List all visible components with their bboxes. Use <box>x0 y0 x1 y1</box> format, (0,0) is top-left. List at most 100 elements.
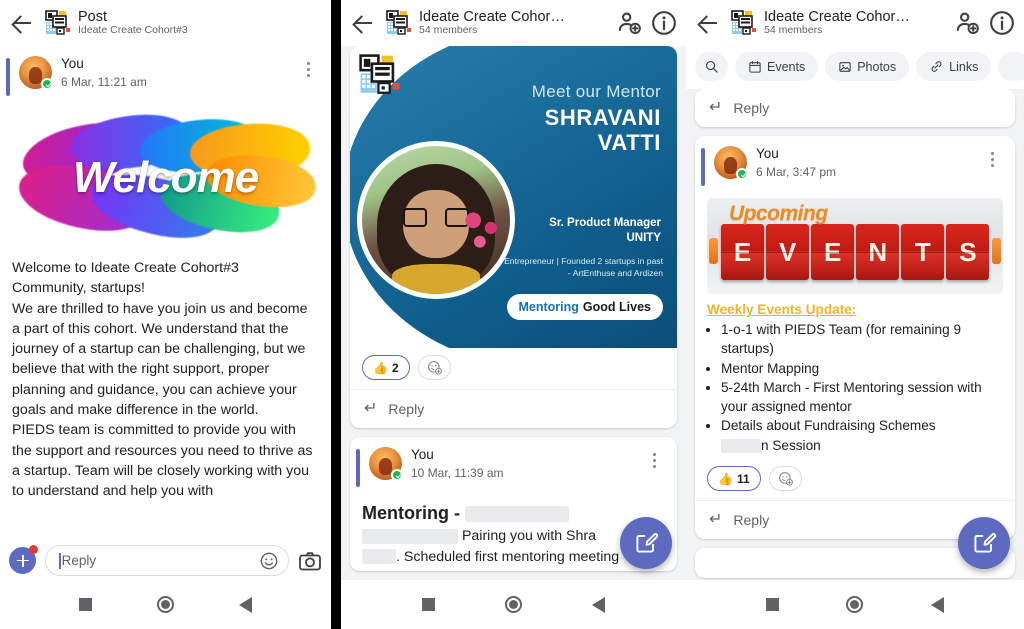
back-arrow-icon[interactable] <box>694 8 724 38</box>
compose-icon <box>636 533 658 553</box>
circle-home-icon[interactable] <box>156 596 174 613</box>
welcome-image[interactable]: Welcome <box>0 104 331 252</box>
page-subtitle: Ideate Create Cohort#3 <box>78 25 188 37</box>
reply-card-partial: ↵ Reply <box>695 89 1015 127</box>
mentor-poster-image[interactable]: Meet our Mentor SHRAVANI VATTI Sr. Produ… <box>350 46 677 348</box>
post-header: You 6 Mar, 11:21 am <box>0 46 331 104</box>
triangle-back-icon[interactable] <box>931 596 945 613</box>
app-bar: Post Ideate Create Cohort#3 <box>0 0 331 46</box>
post-header: You 6 Mar, 3:47 pm <box>695 136 1015 194</box>
online-badge <box>736 168 748 180</box>
circle-home-icon[interactable] <box>846 596 864 613</box>
reaction-thumbsup-chip[interactable]: 👍 11 <box>707 466 761 492</box>
banner-letter: E <box>721 224 764 280</box>
text-caret <box>59 552 61 569</box>
filter-chip-row[interactable]: Events Photos Links <box>686 46 1024 89</box>
app-bar: Ideate Create Cohor… 54 members <box>341 0 686 46</box>
compose-fab[interactable] <box>620 517 672 569</box>
kebab-menu-icon[interactable] <box>297 56 319 82</box>
post-body-line2: . Scheduled first mentoring meeting <box>396 548 620 565</box>
reaction-count: 11 <box>736 471 750 486</box>
events-list: 1-o-1 with PIEDS Team (for remaining 9 s… <box>695 320 1015 459</box>
reaction-thumbsup-chip[interactable]: 👍 2 <box>362 355 410 380</box>
add-attachment-icon[interactable] <box>9 545 38 574</box>
filter-chip-label: Photos <box>857 59 897 74</box>
reaction-row: 👍 11 <box>695 459 1015 500</box>
list-item-tail: n Session <box>761 437 821 453</box>
square-recents-icon[interactable] <box>765 598 779 611</box>
post-body: Welcome to Ideate Create Cohort#3 Commun… <box>12 260 313 500</box>
back-arrow-icon[interactable] <box>8 8 38 38</box>
compose-fab[interactable] <box>958 517 1010 569</box>
mentor-name: SHRAVANI VATTI <box>465 105 661 155</box>
kebab-menu-icon[interactable] <box>981 146 1003 172</box>
list-item: 5-24th March - First Mentoring session w… <box>721 378 1003 417</box>
panel-group-filtered: Ideate Create Cohor… 54 members Events P… <box>686 0 1024 629</box>
square-recents-icon[interactable] <box>78 598 92 611</box>
thread-accent-bar <box>701 148 705 186</box>
app-bar-title-block: Post Ideate Create Cohort#3 <box>78 9 323 37</box>
post-header: You 10 Mar, 11:39 am <box>350 437 677 495</box>
reply-arrow-icon: ↵ <box>709 99 723 116</box>
search-chip[interactable] <box>695 52 728 81</box>
mentor-role-line1: Sr. Product Manager <box>549 217 661 229</box>
reaction-emoji: 👍 <box>718 471 733 486</box>
info-icon[interactable] <box>650 9 678 37</box>
mentor-tagline-bold: Mentoring <box>518 300 579 314</box>
filter-chip-more[interactable] <box>998 52 1024 81</box>
reply-label: Reply <box>733 512 770 529</box>
triangle-back-icon[interactable] <box>239 596 253 613</box>
android-nav-bar <box>0 580 331 629</box>
redacted-text <box>465 506 569 523</box>
redacted-text <box>362 549 396 565</box>
mentor-eyebrow: Meet our Mentor <box>531 82 661 101</box>
banner-letter-tiles: E V E N T S <box>721 224 989 280</box>
post-author: You <box>61 56 84 71</box>
emoji-icon[interactable] <box>259 551 279 571</box>
add-member-icon[interactable] <box>615 9 643 37</box>
kebab-menu-icon[interactable] <box>643 447 665 473</box>
add-reaction-icon[interactable] <box>768 466 802 492</box>
reply-bar[interactable]: ↵ Reply <box>695 89 1015 127</box>
filter-chip-events[interactable]: Events <box>735 52 819 81</box>
back-arrow-icon[interactable] <box>349 8 379 38</box>
reply-composer: Reply <box>0 541 331 580</box>
filter-chip-photos[interactable]: Photos <box>825 52 910 81</box>
list-item: 1-o-1 with PIEDS Team (for remaining 9 s… <box>721 320 1003 359</box>
filter-chip-label: Links <box>949 59 979 74</box>
avatar[interactable] <box>369 447 403 481</box>
member-count: 54 members <box>419 25 478 37</box>
mentor-tagline: Mentoring Good Lives <box>506 294 663 320</box>
add-reaction-icon[interactable] <box>417 355 451 380</box>
post-feed[interactable]: ↵ Reply You 6 Mar, 3:47 pm Upcoming E V … <box>686 89 1024 580</box>
filter-chip-links[interactable]: Links <box>916 52 992 81</box>
avatar[interactable] <box>19 56 53 90</box>
reply-arrow-icon: ↵ <box>709 511 723 529</box>
add-member-icon[interactable] <box>953 9 981 37</box>
list-item-text: Details about Fundraising Schemes <box>721 418 936 434</box>
redacted-text <box>362 528 458 544</box>
avatar[interactable] <box>714 146 748 180</box>
post-card-events: You 6 Mar, 3:47 pm Upcoming E V E N T S … <box>695 136 1015 540</box>
pieds-logo-icon <box>45 10 71 36</box>
reaction-count: 2 <box>391 360 399 375</box>
info-icon[interactable] <box>988 9 1016 37</box>
reply-input[interactable]: Reply <box>45 545 289 576</box>
mentor-role-line2: UNITY <box>626 231 662 244</box>
square-recents-icon[interactable] <box>422 598 435 611</box>
list-item: Details about Fundraising Schemes n Sess… <box>721 416 1003 455</box>
upcoming-events-image[interactable]: Upcoming E V E N T S <box>707 198 1003 294</box>
panel-group-feed: Ideate Create Cohor… 54 members Meet our… <box>341 0 686 629</box>
camera-icon[interactable] <box>298 549 322 573</box>
post-feed[interactable]: Meet our Mentor SHRAVANI VATTI Sr. Produ… <box>341 46 686 580</box>
thread-accent-bar <box>356 449 360 487</box>
page-title: Ideate Create Cohor… <box>419 9 565 25</box>
pieds-logo-icon <box>731 10 757 36</box>
mentor-name-line2: VATTI <box>597 129 661 155</box>
link-icon <box>931 61 942 72</box>
mentor-name-line1: SHRAVANI <box>544 105 661 130</box>
reply-bar[interactable]: ↵ Reply <box>350 389 677 428</box>
post-feed[interactable]: You 6 Mar, 11:21 am Welcome Welcome to I… <box>0 46 331 541</box>
triangle-back-icon[interactable] <box>592 596 605 613</box>
circle-home-icon[interactable] <box>505 596 522 613</box>
